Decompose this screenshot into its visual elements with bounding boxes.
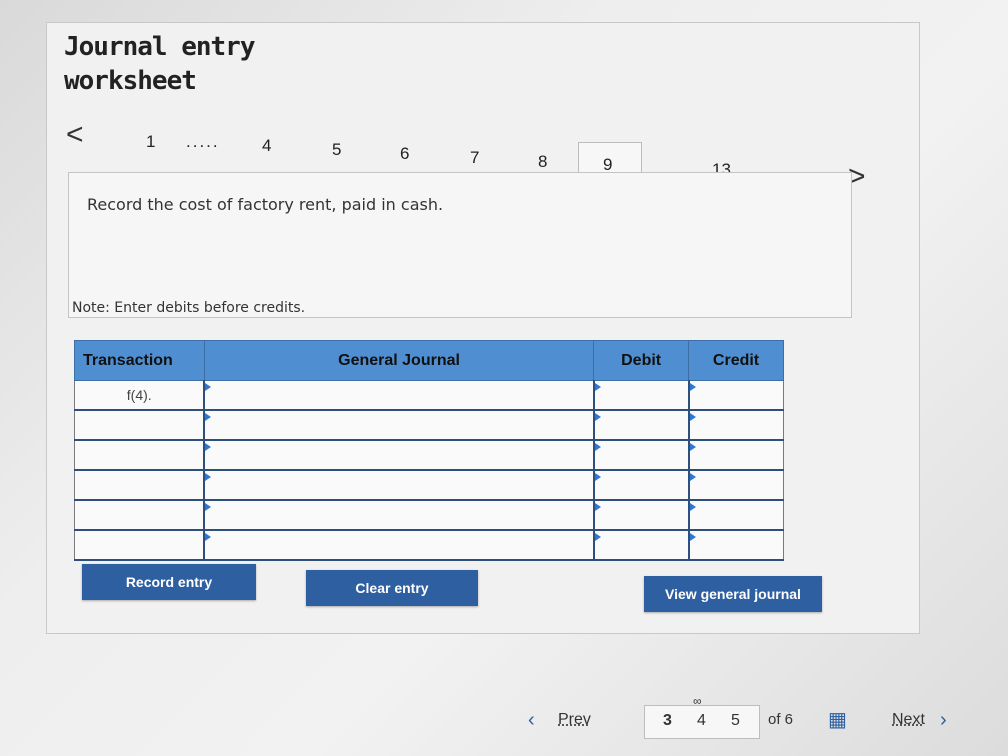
question-box: Record the cost of factory rent, paid in…	[68, 172, 852, 318]
table-row	[74, 409, 784, 441]
page-title-line1: Journal entry	[64, 32, 256, 62]
step-prev-arrow[interactable]: <	[66, 118, 84, 152]
view-general-journal-button[interactable]: View general journal	[644, 576, 822, 612]
step-6[interactable]: 6	[400, 144, 409, 164]
debit-input[interactable]	[592, 439, 690, 471]
table-row	[74, 439, 784, 471]
step-8[interactable]: 8	[538, 152, 547, 172]
page-title-line2: worksheet	[64, 66, 197, 96]
header-general-journal: General Journal	[203, 340, 595, 381]
general-journal-input[interactable]	[203, 409, 595, 441]
journal-table: Transaction General Journal Debit Credit…	[74, 340, 784, 561]
credit-input[interactable]	[687, 409, 784, 441]
link-icon: ∞	[693, 694, 702, 708]
credit-input[interactable]	[687, 529, 784, 561]
question-text: Record the cost of factory rent, paid in…	[87, 195, 444, 214]
debit-input[interactable]	[592, 380, 690, 411]
step-ellipsis-1: .....	[186, 132, 220, 151]
transaction-cell	[74, 439, 205, 471]
debit-input[interactable]	[592, 409, 690, 441]
chevron-right-icon[interactable]: ›	[940, 709, 947, 732]
debit-input[interactable]	[592, 469, 690, 501]
clear-entry-button[interactable]: Clear entry	[306, 570, 478, 606]
page-selector: 3 4 ∞ 5	[644, 694, 760, 739]
transaction-cell	[74, 499, 205, 531]
credit-input[interactable]	[687, 499, 784, 531]
next-link[interactable]: Next	[892, 711, 925, 729]
step-5[interactable]: 5	[332, 140, 341, 160]
transaction-cell	[74, 409, 205, 441]
page-5[interactable]: 5	[731, 712, 740, 730]
step-7[interactable]: 7	[470, 148, 479, 168]
general-journal-input[interactable]	[203, 380, 595, 411]
transaction-cell	[74, 529, 205, 561]
header-credit: Credit	[688, 340, 784, 381]
credit-input[interactable]	[687, 439, 784, 471]
page-count: of 6	[768, 711, 794, 728]
general-journal-input[interactable]	[203, 439, 595, 471]
debit-input[interactable]	[592, 499, 690, 531]
chevron-left-icon[interactable]: ‹	[528, 709, 535, 732]
step-1[interactable]: 1	[146, 132, 155, 152]
table-row: f(4).	[74, 380, 784, 411]
grid-icon[interactable]: ▦	[828, 707, 847, 732]
page-3[interactable]: 3	[663, 712, 672, 730]
prev-link[interactable]: Prev	[558, 711, 591, 729]
general-journal-input[interactable]	[203, 529, 595, 561]
transaction-cell	[74, 469, 205, 501]
debit-input[interactable]	[592, 529, 690, 561]
table-row	[74, 499, 784, 531]
step-4[interactable]: 4	[262, 136, 271, 156]
record-entry-button[interactable]: Record entry	[82, 564, 256, 600]
page-title: Journal entry worksheet	[64, 30, 324, 98]
credit-input[interactable]	[687, 380, 784, 411]
note-text: Note: Enter debits before credits.	[72, 300, 306, 316]
transaction-cell: f(4).	[74, 380, 205, 411]
page-4[interactable]: 4	[697, 712, 706, 730]
header-transaction: Transaction	[74, 340, 205, 381]
table-row	[74, 529, 784, 561]
general-journal-input[interactable]	[203, 499, 595, 531]
header-debit: Debit	[593, 340, 690, 381]
general-journal-input[interactable]	[203, 469, 595, 501]
pagination: ‹ Prev 3 4 ∞ 5 of 6 ▦ Next ›	[526, 694, 966, 741]
credit-input[interactable]	[687, 469, 784, 501]
table-row	[74, 469, 784, 501]
